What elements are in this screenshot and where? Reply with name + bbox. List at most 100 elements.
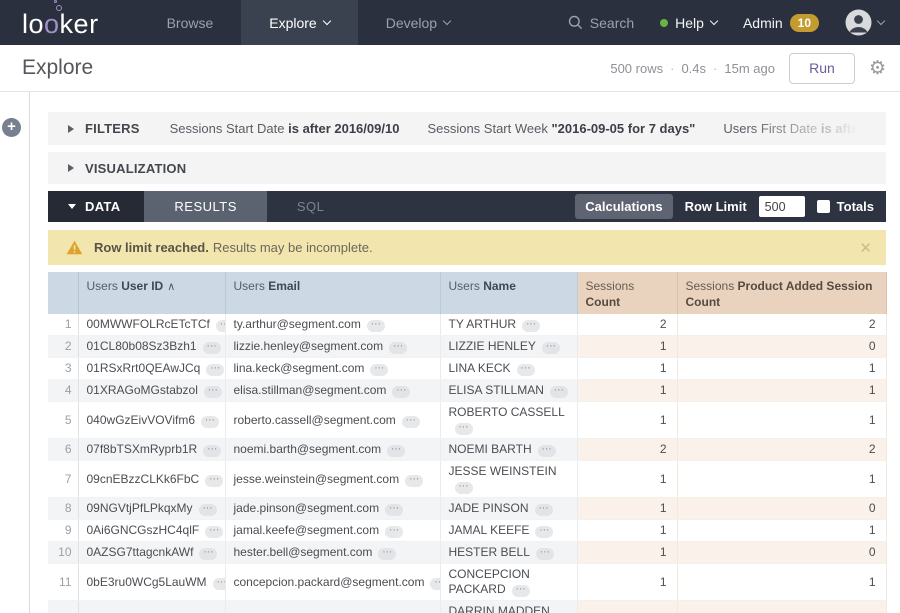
column-header-name[interactable]: Users Name (440, 272, 577, 314)
cell-menu-icon[interactable]: ⋯ (550, 386, 568, 398)
cell-menu-icon[interactable]: ⋯ (542, 342, 560, 354)
collapse-triangle-icon[interactable] (68, 125, 74, 133)
row-number: 7 (48, 461, 78, 498)
cell-name: LINA KECK⋯ (440, 358, 577, 380)
cell-menu-icon[interactable]: ⋯ (517, 364, 535, 376)
cell-menu-icon[interactable]: ⋯ (378, 548, 396, 560)
cell-menu-icon[interactable]: ⋯ (405, 475, 423, 487)
cell-name-text: NOEMI BARTH (449, 442, 532, 456)
cell-menu-icon[interactable]: ⋯ (535, 504, 553, 516)
run-button[interactable]: Run (789, 53, 855, 84)
cell-menu-icon[interactable]: ⋯ (203, 445, 221, 457)
cell-product-added-count: 2 (677, 314, 886, 336)
cell-menu-icon[interactable]: ⋯ (199, 504, 217, 516)
nav-item-browse[interactable]: Browse (139, 0, 242, 45)
nav-item-develop[interactable]: Develop (358, 0, 478, 45)
cell-menu-icon[interactable]: ⋯ (389, 342, 407, 354)
cell-menu-icon[interactable]: ⋯ (206, 364, 224, 376)
column-header-product-added-session-count[interactable]: Sessions Product Added Session Count (677, 272, 886, 314)
calculations-button[interactable]: Calculations (575, 194, 672, 219)
cell-name: CONCEPCION PACKARD⋯ (440, 564, 577, 601)
data-section-toggle[interactable]: DATA (48, 191, 144, 222)
cell-user-id: 0CqEiDUgSI0OFTxh⋯ (78, 601, 225, 613)
cell-count: 1 (577, 380, 677, 402)
cell-menu-icon[interactable]: ⋯ (203, 342, 221, 354)
filter-item[interactable]: Sessions Start Week "2016-09-05 for 7 da… (427, 121, 695, 136)
query-age-stat: 15m ago (724, 61, 775, 76)
close-icon[interactable]: ✕ (859, 239, 872, 257)
cell-email: lina.keck@segment.com⋯ (225, 358, 440, 380)
cell-menu-icon[interactable]: ⋯ (367, 320, 385, 332)
cell-user-id: 01RSxRrt0QEAwJCq ⋯ (78, 358, 225, 380)
filter-item[interactable]: Users First Date is after 2016/09/10 (723, 121, 872, 136)
filter-field: Sessions Start Date (170, 121, 285, 136)
nav-search[interactable]: Search (568, 15, 634, 31)
row-limit-input[interactable] (759, 196, 805, 217)
user-menu[interactable] (845, 9, 884, 36)
chevron-down-icon (322, 17, 330, 25)
cell-email-text: concepcion.packard@segment.com (234, 575, 425, 589)
cell-menu-icon[interactable]: ⋯ (535, 526, 553, 538)
gear-icon[interactable]: ⚙ (869, 59, 886, 78)
nav-right: Search Help Admin 10 (568, 0, 900, 45)
collapse-triangle-icon[interactable] (68, 164, 74, 172)
chevron-down-icon (443, 17, 451, 25)
data-tabs: RESULTSSQL (144, 191, 354, 222)
filters-label[interactable]: FILTERS (85, 121, 140, 136)
tab-results[interactable]: RESULTS (144, 191, 267, 222)
cell-name: HESTER BELL⋯ (440, 542, 577, 564)
cell-menu-icon[interactable]: ⋯ (205, 526, 223, 538)
cell-menu-icon[interactable]: ⋯ (387, 445, 405, 457)
cell-user-id-text: 01RSxRrt0QEAwJCq (87, 361, 201, 375)
cell-name-text: LIZZIE HENLEY (449, 339, 536, 353)
cell-menu-icon[interactable]: ⋯ (201, 416, 219, 428)
cell-menu-icon[interactable]: ⋯ (385, 504, 403, 516)
cell-menu-icon[interactable]: ⋯ (455, 423, 473, 435)
totals-toggle[interactable]: Totals (817, 199, 874, 214)
cell-menu-icon[interactable]: ⋯ (204, 386, 222, 398)
cell-email: darrin.madden@segment.com⋯ (225, 601, 440, 613)
cell-name: NOEMI BARTH ⋯ (440, 439, 577, 461)
bubble-icon (54, 0, 57, 3)
cell-product-added-count: 1 (677, 520, 886, 542)
row-count-stat: 500 rows (610, 61, 663, 76)
column-header-count[interactable]: Sessions Count (577, 272, 677, 314)
visualization-label[interactable]: VISUALIZATION (85, 161, 186, 176)
tab-sql[interactable]: SQL (267, 191, 355, 222)
row-number: 1 (48, 314, 78, 336)
nav-admin[interactable]: Admin 10 (743, 14, 819, 32)
nav-item-explore[interactable]: Explore (241, 0, 357, 45)
totals-checkbox[interactable] (817, 200, 830, 213)
search-label: Search (590, 15, 634, 31)
cell-email-text: elisa.stillman@segment.com (234, 383, 387, 397)
cell-menu-icon[interactable]: ⋯ (538, 445, 556, 457)
cell-user-id: 0AZSG7ttagcnkAWf⋯ (78, 542, 225, 564)
cell-menu-icon[interactable]: ⋯ (402, 416, 420, 428)
column-header-user-id[interactable]: Users User ID∧ (78, 272, 225, 314)
cell-menu-icon[interactable]: ⋯ (430, 578, 440, 590)
cell-menu-icon[interactable]: ⋯ (522, 320, 540, 332)
cell-menu-icon[interactable]: ⋯ (455, 482, 473, 494)
looker-logo[interactable]: looker (0, 0, 139, 45)
warning-icon (66, 240, 83, 255)
cell-menu-icon[interactable]: ⋯ (213, 578, 225, 590)
row-number: 9 (48, 520, 78, 542)
cell-user-id-text: 0bE3ru0WCg5LauWM (87, 575, 207, 589)
column-header-email[interactable]: Users Email (225, 272, 440, 314)
column-field-label: User ID (121, 279, 163, 293)
cell-menu-icon[interactable]: ⋯ (216, 320, 225, 332)
add-button[interactable]: + (2, 118, 21, 137)
cell-menu-icon[interactable]: ⋯ (385, 526, 403, 538)
top-nav: looker BrowseExploreDevelop Search Help … (0, 0, 900, 45)
cell-menu-icon[interactable]: ⋯ (370, 364, 388, 376)
nav-help[interactable]: Help (660, 15, 717, 31)
cell-menu-icon[interactable]: ⋯ (205, 475, 223, 487)
cell-menu-icon[interactable]: ⋯ (199, 548, 217, 560)
cell-email: concepcion.packard@segment.com ⋯ (225, 564, 440, 601)
cell-user-id-text: 09NGVtjPfLPkqxMy (87, 501, 193, 515)
cell-menu-icon[interactable]: ⋯ (512, 585, 530, 597)
filter-item[interactable]: Sessions Start Date is after 2016/09/10 (170, 121, 400, 136)
cell-count: 1 (577, 461, 677, 498)
cell-menu-icon[interactable]: ⋯ (536, 548, 554, 560)
cell-menu-icon[interactable]: ⋯ (392, 386, 410, 398)
